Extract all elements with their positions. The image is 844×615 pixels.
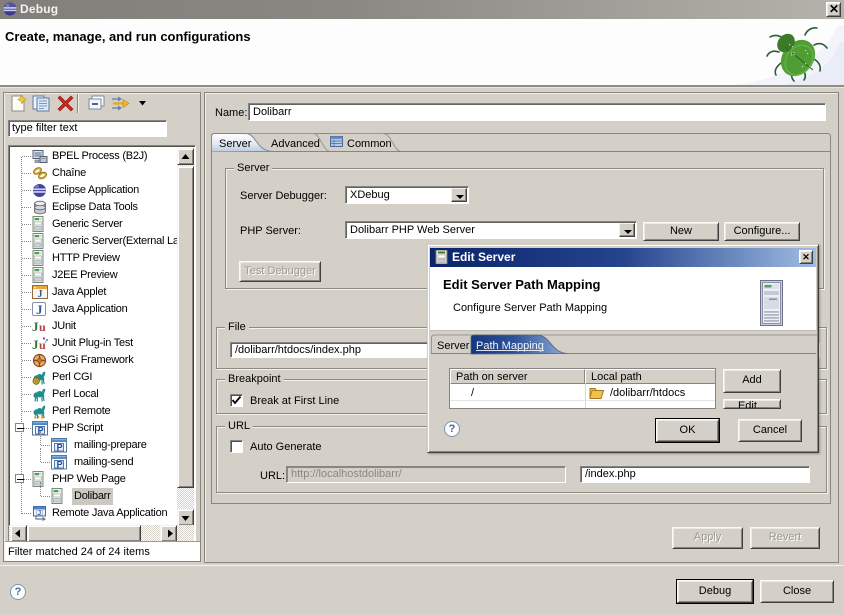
svg-text:Advanced: Advanced (271, 138, 320, 150)
svg-text:Server: Server (437, 340, 470, 352)
svg-text:Server: Server (219, 138, 252, 150)
svg-text:Common: Common (347, 138, 392, 150)
